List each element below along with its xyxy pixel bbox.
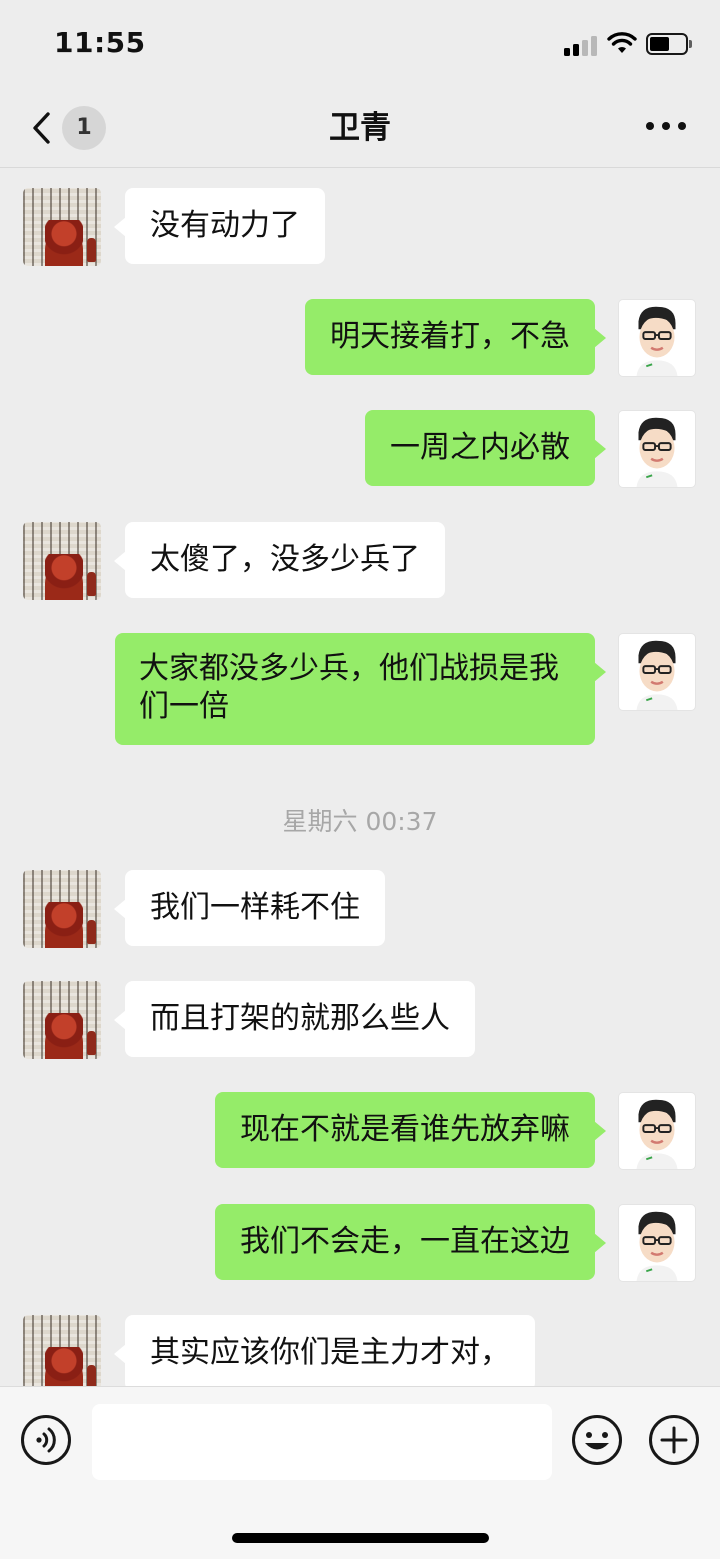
my-avatar[interactable]: [618, 633, 696, 711]
plus-circle-icon[interactable]: [648, 1414, 700, 1466]
ellipsis-icon[interactable]: [646, 122, 686, 132]
contact-avatar[interactable]: [23, 188, 101, 266]
battery-icon: [646, 33, 692, 55]
emoji-icon[interactable]: [571, 1414, 623, 1466]
status-time: 11:55: [54, 26, 146, 59]
incoming-message[interactable]: 太傻了，没多少兵了: [114, 522, 445, 598]
my-avatar[interactable]: [618, 1092, 696, 1170]
outgoing-message[interactable]: 明天接着打，不急: [305, 299, 606, 375]
time-divider: 星期六 00:37: [282, 807, 438, 836]
outgoing-message[interactable]: 我们不会走，一直在这边: [215, 1204, 606, 1280]
message-list[interactable]: 没有动力了 明天接着打，不急 一周之内必散 太傻了，没多少兵了 大家都没多少兵，…: [0, 169, 720, 1387]
incoming-message[interactable]: 而且打架的就那么些人: [114, 981, 475, 1057]
incoming-message[interactable]: 没有动力了: [114, 188, 325, 264]
outgoing-message[interactable]: 大家都没多少兵，他们战损是我们一倍: [115, 633, 606, 745]
contact-avatar[interactable]: [23, 981, 101, 1059]
my-avatar[interactable]: [618, 299, 696, 377]
my-avatar[interactable]: [618, 1204, 696, 1282]
wifi-icon: [607, 32, 637, 53]
my-avatar[interactable]: [618, 410, 696, 488]
contact-avatar[interactable]: [23, 1315, 101, 1387]
contact-avatar[interactable]: [23, 522, 101, 600]
message-input[interactable]: [92, 1404, 552, 1480]
outgoing-message[interactable]: 现在不就是看谁先放弃嘛: [215, 1092, 606, 1168]
chat-header: 1 卫青: [0, 88, 720, 168]
voice-input-icon[interactable]: [20, 1414, 72, 1466]
chat-title: 卫青: [329, 110, 391, 146]
incoming-message[interactable]: 其实应该你们是主力才对，: [114, 1315, 535, 1387]
cellular-signal-icon: [564, 34, 598, 56]
status-bar: 11:55: [0, 0, 720, 88]
contact-avatar[interactable]: [23, 870, 101, 948]
outgoing-message[interactable]: 一周之内必散: [365, 410, 606, 486]
incoming-message[interactable]: 我们一样耗不住: [114, 870, 385, 946]
home-indicator[interactable]: [232, 1533, 489, 1543]
